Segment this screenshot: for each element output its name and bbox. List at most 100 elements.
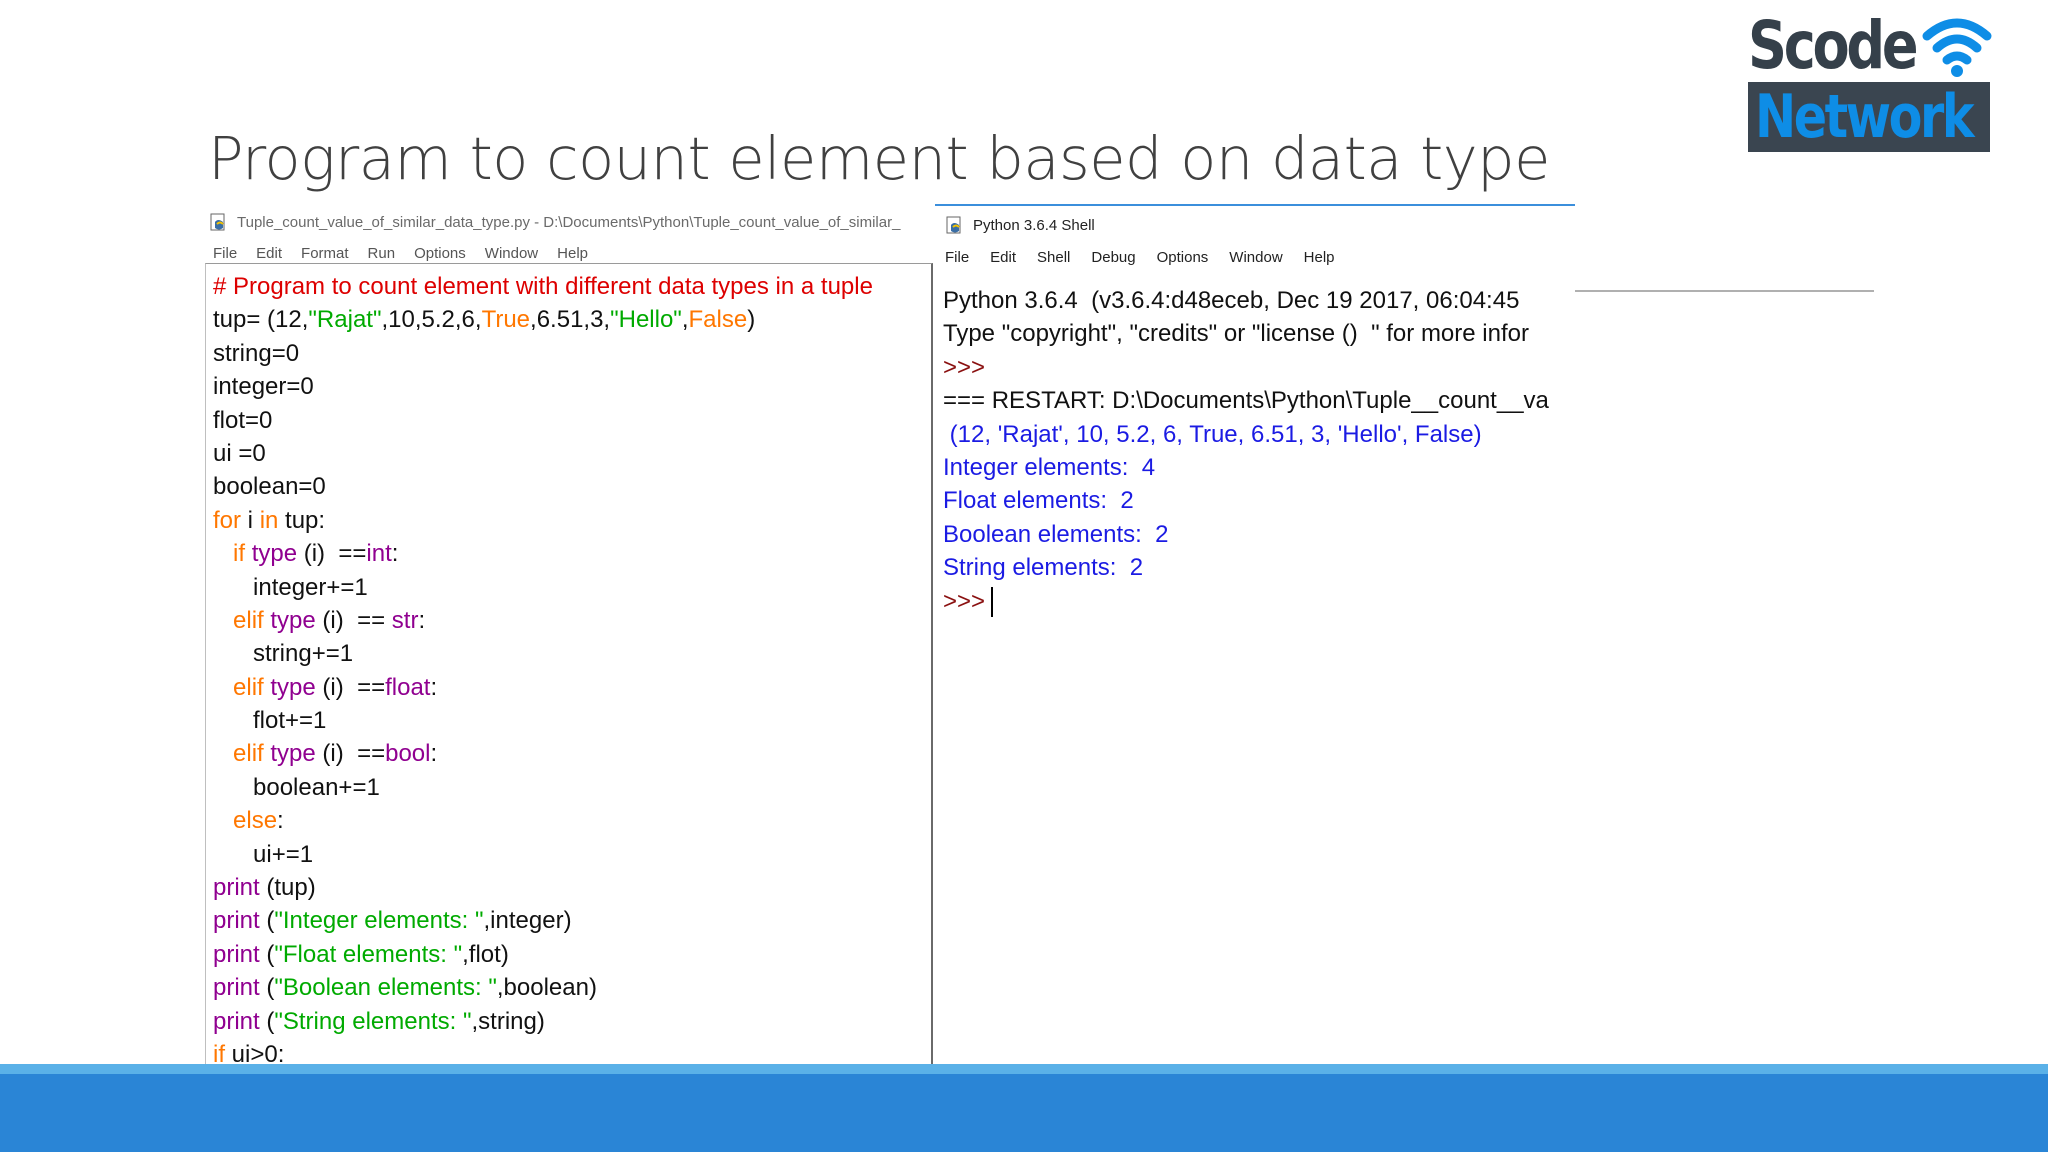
shell-menu-debug[interactable]: Debug <box>1091 249 1135 266</box>
code-line: elif type (i) == str: <box>213 604 931 637</box>
code-token: ( <box>259 1007 275 1035</box>
code-line: ui =0 <box>213 437 931 470</box>
code-token: print <box>213 907 260 935</box>
code-token: flot=0 <box>213 406 273 434</box>
shell-token: === RESTART: D:\Documents\Python\Tuple__… <box>943 387 1549 415</box>
editor-menu-run[interactable]: Run <box>368 245 396 262</box>
editor-menu-help[interactable]: Help <box>557 245 588 262</box>
code-token: integer+=1 <box>213 573 368 601</box>
shell-line: === RESTART: D:\Documents\Python\Tuple__… <box>943 384 1575 417</box>
code-token: if <box>233 540 246 568</box>
shell-menu-shell[interactable]: Shell <box>1037 249 1070 266</box>
wifi-icon <box>1922 18 1992 77</box>
editor-title-text: Tuple_count_value_of_similar_data_type.p… <box>237 213 901 231</box>
code-token: integer=0 <box>213 373 314 401</box>
editor-menu-format[interactable]: Format <box>301 245 349 262</box>
shell-token: Integer elements: 4 <box>943 453 1156 481</box>
code-line: flot+=1 <box>213 704 931 737</box>
code-line: print ("Boolean elements: ",boolean) <box>213 971 931 1004</box>
code-token: ,string) <box>471 1007 545 1035</box>
editor-menu-edit[interactable]: Edit <box>256 245 282 262</box>
code-token: flot+=1 <box>213 707 327 735</box>
shell-menu-window[interactable]: Window <box>1229 249 1282 266</box>
code-token: "Hello" <box>610 306 682 334</box>
shell-menu-edit[interactable]: Edit <box>990 249 1016 266</box>
editor-window: Tuple_count_value_of_similar_data_type.p… <box>205 205 935 1115</box>
code-token: tup= (12, <box>213 306 309 334</box>
code-token: print <box>213 874 260 902</box>
code-line: string+=1 <box>213 637 931 670</box>
code-token: print <box>213 974 260 1002</box>
editor-titlebar: Tuple_count_value_of_similar_data_type.p… <box>205 205 935 239</box>
shell-output-area[interactable]: Python 3.6.4 (v3.6.4:d48eceb, Dec 19 201… <box>935 272 1575 1117</box>
code-token: : <box>430 740 438 768</box>
code-token: type <box>251 540 298 568</box>
code-token: False <box>688 306 748 334</box>
shell-menu-help[interactable]: Help <box>1304 249 1335 266</box>
editor-menu-file[interactable]: File <box>213 245 237 262</box>
shell-line: >>> <box>943 585 1575 618</box>
scode-network-logo: Scode Network <box>1745 7 1995 152</box>
code-token: ,flot) <box>462 940 509 968</box>
code-token: "String elements: " <box>274 1007 472 1035</box>
code-token: "Rajat" <box>308 306 382 334</box>
slide-title: Program to count element based on data t… <box>208 124 1550 193</box>
shell-token: >>> <box>943 587 986 615</box>
code-token: ( <box>259 974 275 1002</box>
shell-menu-file[interactable]: File <box>945 249 969 266</box>
editor-menu-options[interactable]: Options <box>414 245 466 262</box>
code-token: for <box>213 506 242 534</box>
footer-bar-light <box>0 1064 2048 1074</box>
code-token: boolean+=1 <box>213 773 380 801</box>
code-line: print ("Float elements: ",flot) <box>213 938 931 971</box>
code-token: print <box>213 940 260 968</box>
shell-line: Float elements: 2 <box>943 484 1575 517</box>
code-line: elif type (i) ==bool: <box>213 737 931 770</box>
code-token: type <box>270 740 316 768</box>
code-token: tup: <box>278 506 326 534</box>
code-line: integer+=1 <box>213 571 931 604</box>
shell-token: (12, 'Rajat', 10, 5.2, 6, True, 6.51, 3,… <box>943 420 1482 448</box>
code-token: str <box>391 606 419 634</box>
code-token: ,10,5.2,6, <box>381 306 482 334</box>
code-line: boolean+=1 <box>213 771 931 804</box>
code-token: "Float elements: " <box>274 940 463 968</box>
code-token: i <box>241 506 260 534</box>
logo-text-network: Network <box>1755 82 1975 152</box>
code-token: , <box>681 306 689 334</box>
shell-title-text: Python 3.6.4 Shell <box>973 216 1095 234</box>
logo-text-scode: Scode <box>1748 7 1919 84</box>
code-token: in <box>259 506 279 534</box>
code-line: for i in tup: <box>213 504 931 537</box>
shell-line: Boolean elements: 2 <box>943 518 1575 551</box>
code-token: (i) == <box>315 740 386 768</box>
editor-code-area[interactable]: # Program to count element with differen… <box>205 263 933 1115</box>
code-line: print ("Integer elements: ",integer) <box>213 904 931 937</box>
code-token: string=0 <box>213 339 300 367</box>
code-line: boolean=0 <box>213 470 931 503</box>
shell-token: Type "copyright", "credits" or "license … <box>943 320 1529 348</box>
shell-line: (12, 'Rajat', 10, 5.2, 6, True, 6.51, 3,… <box>943 418 1575 451</box>
code-token: : <box>430 673 438 701</box>
code-token: ( <box>259 907 275 935</box>
code-token: elif <box>233 606 264 634</box>
code-token: # Program to count element with differen… <box>213 273 873 300</box>
editor-menu-window[interactable]: Window <box>485 245 538 262</box>
shell-token: String elements: 2 <box>943 554 1144 582</box>
shell-token: >>> <box>943 353 986 381</box>
python-file-icon <box>209 212 229 232</box>
code-token: bool <box>385 740 431 768</box>
shell-menu-options[interactable]: Options <box>1157 249 1209 266</box>
code-token: type <box>270 606 316 634</box>
code-line: print ("String elements: ",string) <box>213 1005 931 1038</box>
code-token: ,boolean) <box>496 974 597 1002</box>
text-cursor <box>991 587 994 618</box>
shell-line: Python 3.6.4 (v3.6.4:d48eceb, Dec 19 201… <box>943 284 1575 317</box>
footer-bar-dark <box>0 1074 2048 1152</box>
code-token: : <box>418 606 426 634</box>
code-token: ui+=1 <box>213 840 314 868</box>
